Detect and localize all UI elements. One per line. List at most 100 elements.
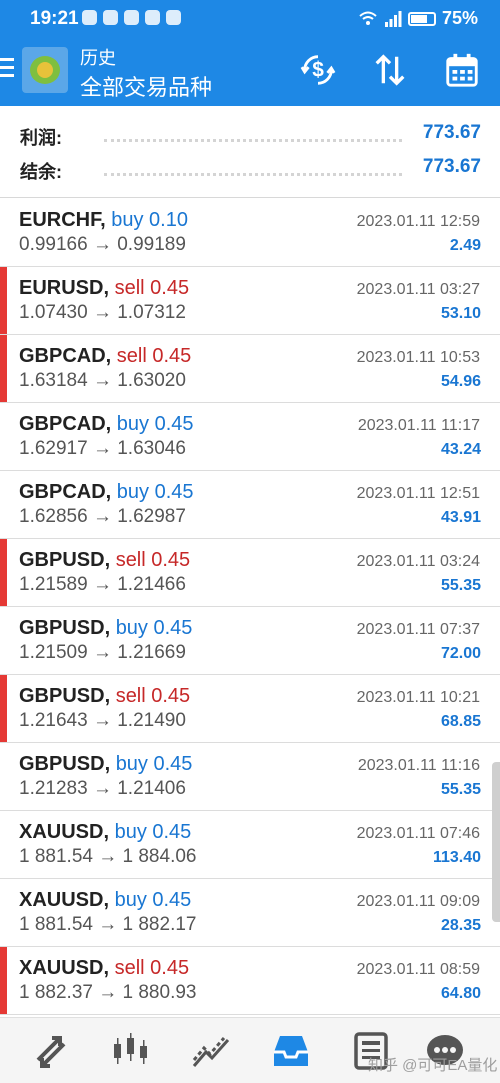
trade-symbol-line: XAUUSD, buy 0.45 <box>19 889 191 912</box>
nav-history[interactable] <box>270 1030 312 1072</box>
trade-prices: 1 882.37 → 1 880.93 <box>19 982 197 1003</box>
trade-datetime: 2023.01.11 10:21 <box>356 689 480 706</box>
trade-symbol-line: GBPCAD, buy 0.45 <box>19 413 194 436</box>
trade-symbol-line: GBPUSD, sell 0.45 <box>19 549 190 572</box>
trade-symbol: GBPUSD, <box>19 549 111 571</box>
watermark-text: 知乎 @可可EA量化 <box>368 1057 498 1074</box>
trade-symbol: XAUUSD, <box>19 821 110 843</box>
trade-symbol-line: GBPCAD, buy 0.45 <box>19 481 194 504</box>
status-time: 19:21 <box>30 8 79 29</box>
trade-profit: 54.96 <box>440 373 481 390</box>
calendar-icon <box>446 53 478 87</box>
balance-row: 结余: 773.67 <box>0 154 500 184</box>
trade-row[interactable]: GBPUSD, sell 0.45 1.21643 → 1.21490 2023.0… <box>0 675 500 743</box>
trade-row[interactable]: XAUUSD, buy 0.45 1 881.54 → 1 884.06 2023.… <box>0 811 500 879</box>
sell-marker <box>0 539 7 606</box>
trade-side-volume: sell 0.45 <box>115 685 191 707</box>
app-notification-icon <box>82 10 97 25</box>
trade-side-volume: buy 0.10 <box>111 209 188 231</box>
battery-icon <box>407 11 436 26</box>
trade-datetime: 2023.01.11 11:16 <box>357 757 480 774</box>
trade-row[interactable]: GBPUSD, sell 0.45 1.21589 → 1.21466 2023.0… <box>0 539 500 607</box>
currency-exchange-icon: $ <box>300 55 336 85</box>
trade-row[interactable]: GBPUSD, buy 0.45 1.21509 → 1.21669 2023.01… <box>0 607 500 675</box>
trade-symbol: GBPUSD, <box>19 685 111 707</box>
trade-symbol: GBPCAD, <box>19 345 112 367</box>
trade-side-volume: buy 0.45 <box>115 753 193 775</box>
inbox-tray-icon <box>274 1036 308 1066</box>
menu-icon[interactable] <box>0 58 14 78</box>
trade-row[interactable]: GBPCAD, buy 0.45 1.62917 → 1.63046 2023.01… <box>0 403 500 471</box>
trade-profit: 55.35 <box>440 781 481 798</box>
trade-row[interactable]: XAUUSD, sell 0.45 1 882.37 → 1 880.93 2023… <box>0 947 500 1015</box>
summary-panel: 利润: 773.67 结余: 773.67 <box>0 106 500 198</box>
trade-symbol-line: XAUUSD, buy 0.45 <box>19 821 191 844</box>
trade-profit: 53.10 <box>440 305 481 322</box>
trade-prices: 1.21509 → 1.21669 <box>19 642 186 663</box>
trade-row[interactable]: GBPUSD, buy 0.45 1.21283 → 1.21406 2023.01… <box>0 743 500 811</box>
trade-symbol-line: GBPUSD, buy 0.45 <box>19 617 192 640</box>
trade-row[interactable]: GBPCAD, sell 0.45 1.63184 → 1.63020 2023.0… <box>0 335 500 403</box>
svg-text:$: $ <box>312 59 324 82</box>
dotted-leader <box>104 139 402 142</box>
trade-symbol: GBPCAD, <box>19 481 112 503</box>
trade-datetime: 2023.01.11 07:37 <box>356 621 480 638</box>
trade-profit: 43.91 <box>440 509 481 526</box>
dotted-leader <box>104 173 402 176</box>
scrollbar-handle[interactable] <box>492 762 500 922</box>
page-title[interactable]: 全部交易品种 <box>80 70 212 102</box>
nav-quotes[interactable] <box>30 1030 72 1072</box>
profit-label: 利润: <box>20 128 62 148</box>
trade-symbol: EURUSD, <box>19 277 110 299</box>
trade-profit: 2.49 <box>449 237 481 254</box>
trade-row[interactable]: EURUSD, sell 0.45 1.07430 → 1.07312 2023.0… <box>0 267 500 335</box>
nav-trade[interactable] <box>190 1030 232 1072</box>
app-notification-icon <box>103 10 118 25</box>
trade-symbol: XAUUSD, <box>19 957 110 979</box>
trade-side-volume: buy 0.45 <box>115 617 193 639</box>
trade-profit: 113.40 <box>432 849 481 866</box>
trade-side-volume: sell 0.45 <box>114 957 190 979</box>
trade-symbol: EURCHF, <box>19 209 106 231</box>
quotes-icon <box>36 1036 66 1068</box>
trade-prices: 1.62917 → 1.63046 <box>19 438 186 459</box>
trade-row[interactable]: EURCHF, buy 0.10 0.99166 → 0.99189 2023.01… <box>0 199 500 267</box>
bottom-nav: 知乎 @可可EA量化 <box>0 1017 500 1083</box>
trade-symbol: XAUUSD, <box>19 889 110 911</box>
trade-side-volume: sell 0.45 <box>115 549 191 571</box>
status-bar: 19:21 75% <box>0 0 500 36</box>
profit-row: 利润: 773.67 <box>0 120 500 150</box>
page-subtitle: 历史 <box>80 48 116 68</box>
notification-icons <box>82 10 181 25</box>
deposit-withdraw-button[interactable]: $ <box>298 50 338 90</box>
sort-button[interactable] <box>370 50 410 90</box>
trade-symbol: GBPUSD, <box>19 753 111 775</box>
trade-datetime: 2023.01.11 09:09 <box>356 893 480 910</box>
trade-row[interactable]: XAUUSD, buy 0.45 1 881.54 → 1 882.17 2023.… <box>0 879 500 947</box>
balance-label: 结余: <box>20 162 62 182</box>
trade-prices: 1 881.54 → 1 882.17 <box>19 914 197 935</box>
trade-symbol-line: GBPCAD, sell 0.45 <box>19 345 191 368</box>
trade-datetime: 2023.01.11 03:24 <box>356 553 480 570</box>
trade-row[interactable]: GBPCAD, buy 0.45 1.62856 → 1.62987 2023.01… <box>0 471 500 539</box>
app-logo <box>22 47 68 93</box>
app-notification-icon <box>124 10 139 25</box>
trend-lines-icon <box>192 1037 230 1067</box>
trade-side-volume: sell 0.45 <box>114 277 190 299</box>
trade-symbol-line: GBPUSD, buy 0.45 <box>19 753 192 776</box>
trade-datetime: 2023.01.11 11:17 <box>357 417 480 434</box>
calendar-button[interactable] <box>442 50 482 90</box>
candlestick-chart-icon <box>114 1033 147 1064</box>
trade-side-volume: sell 0.45 <box>116 345 192 367</box>
trade-side-volume: buy 0.45 <box>116 413 194 435</box>
trade-symbol-line: XAUUSD, sell 0.45 <box>19 957 189 980</box>
trade-datetime: 2023.01.11 12:59 <box>356 213 480 230</box>
sell-marker <box>0 267 7 334</box>
trade-symbol-line: EURUSD, sell 0.45 <box>19 277 189 300</box>
trade-datetime: 2023.01.11 07:46 <box>356 825 480 842</box>
trade-profit: 68.85 <box>440 713 481 730</box>
trade-prices: 1 881.54 → 1 884.06 <box>19 846 197 867</box>
nav-chart[interactable] <box>110 1030 152 1072</box>
trade-symbol: GBPCAD, <box>19 413 112 435</box>
sort-arrows-icon <box>375 54 405 86</box>
